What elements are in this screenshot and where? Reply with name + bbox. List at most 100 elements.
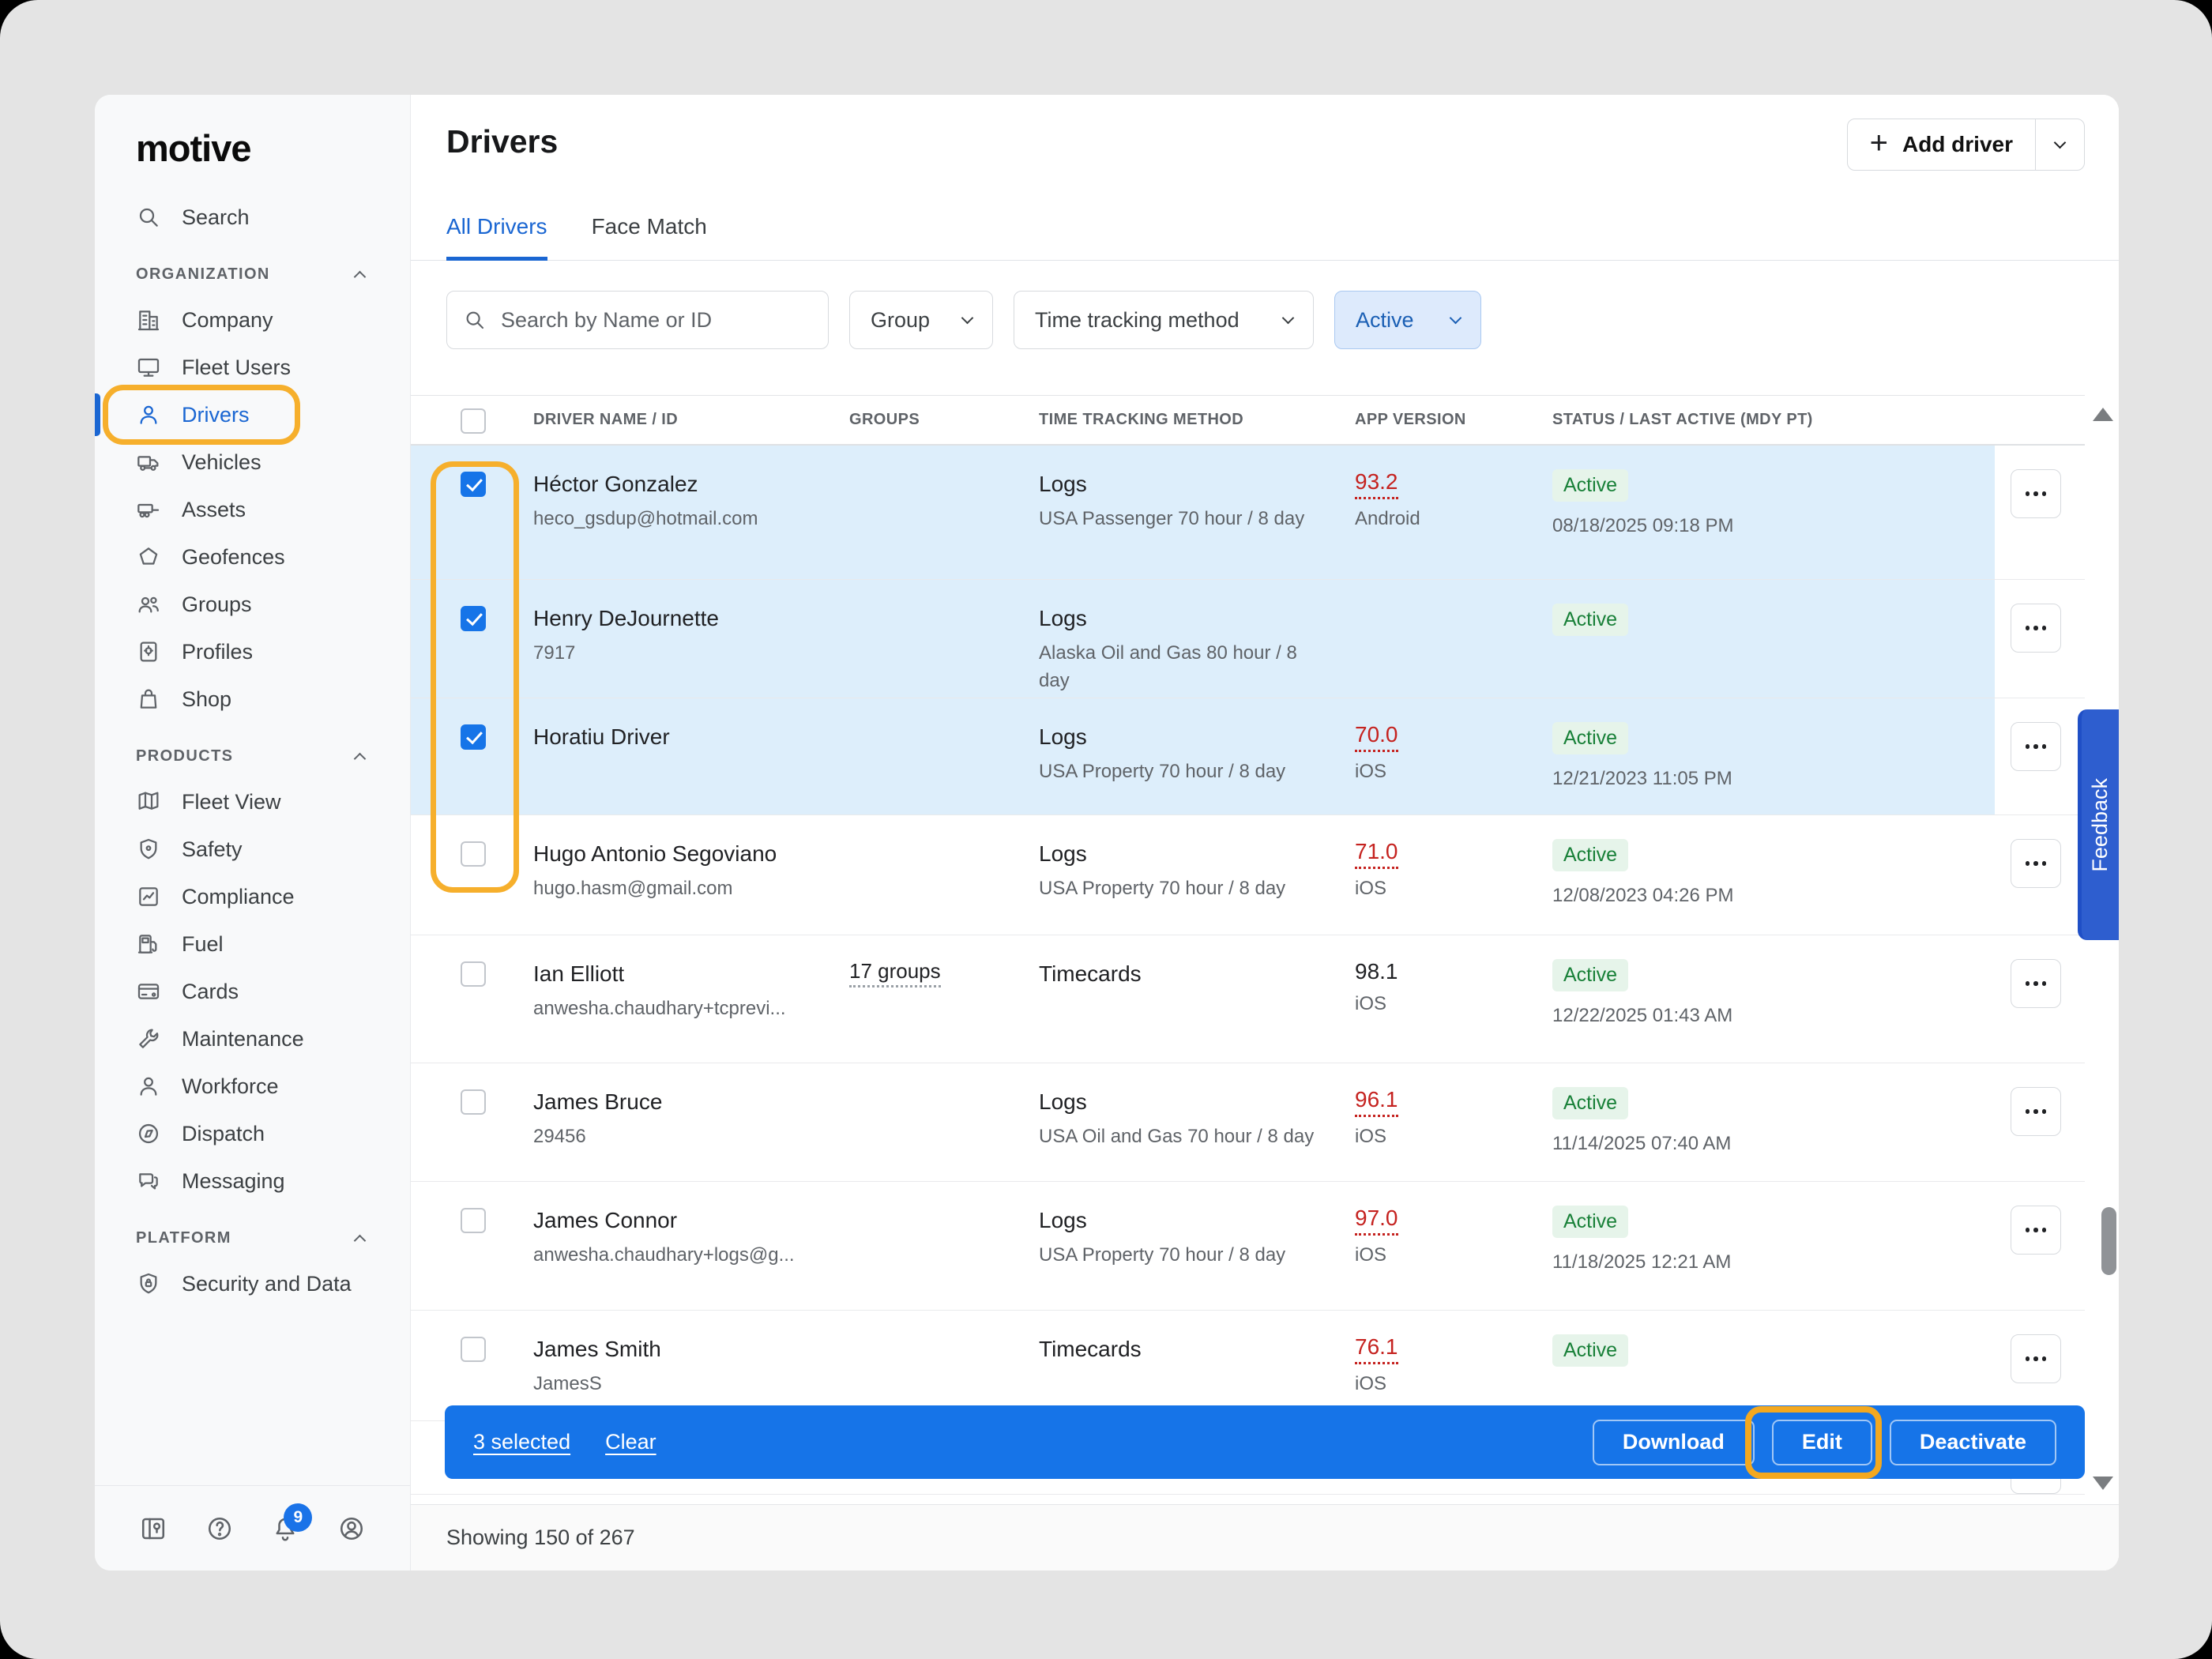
sidebar-item-geofences[interactable]: Geofences [95, 533, 410, 581]
table-row[interactable]: Henry DeJournette7917LogsAlaska Oil and … [411, 580, 2085, 698]
scrollbar-thumb[interactable] [2101, 1207, 2116, 1275]
driver-name-cell: Henry DeJournette7917 [533, 580, 849, 668]
status-filter-dropdown[interactable]: Active [1334, 291, 1481, 349]
building-icon [136, 307, 161, 333]
row-checkbox[interactable] [461, 724, 486, 750]
time-tracking-filter-dropdown[interactable]: Time tracking method [1014, 291, 1314, 349]
groups-cell [849, 446, 1039, 469]
sidebar-item-drivers[interactable]: Drivers [95, 391, 410, 438]
add-driver-button[interactable]: + Add driver [1848, 119, 2035, 170]
groups-link[interactable]: 17 groups [849, 959, 941, 988]
sidebar-item-dispatch[interactable]: Dispatch [95, 1110, 410, 1157]
sidebar-item-groups[interactable]: Groups [95, 581, 410, 628]
table-row[interactable]: Horatiu DriverLogsUSA Property 70 hour /… [411, 698, 2085, 815]
sidebar-item-label: Search [182, 205, 250, 230]
sidebar-item-security-and-data[interactable]: Security and Data [95, 1260, 410, 1307]
app-version-outdated-link[interactable]: 97.0 [1355, 1206, 1398, 1236]
tracking-method-detail: USA Property 70 hour / 8 day [1039, 875, 1331, 903]
feedback-tab[interactable]: Feedback [2078, 709, 2119, 940]
add-driver-menu-button[interactable] [2035, 119, 2084, 170]
row-checkbox[interactable] [461, 606, 486, 631]
edit-button[interactable]: Edit [1772, 1420, 1872, 1465]
app-version-outdated-link[interactable]: 70.0 [1355, 722, 1398, 752]
sidebar-item-fleet-view[interactable]: Fleet View [95, 778, 410, 826]
app-version-outdated-link[interactable]: 71.0 [1355, 839, 1398, 869]
sidebar-item-cards[interactable]: Cards [95, 968, 410, 1015]
notifications-icon[interactable]: 9 [271, 1514, 299, 1543]
sidebar-item-compliance[interactable]: Compliance [95, 873, 410, 920]
selected-count-link[interactable]: 3 selected [473, 1430, 570, 1454]
row-checkbox[interactable] [461, 1089, 486, 1115]
sidebar-item-profiles[interactable]: Profiles [95, 628, 410, 675]
tracking-method-detail: USA Passenger 70 hour / 8 day [1039, 506, 1331, 533]
table-row[interactable]: Hugo Antonio Segovianohugo.hasm@gmail.co… [411, 815, 2085, 935]
driver-search-field[interactable] [446, 291, 829, 349]
table-row[interactable]: Ian Elliottanwesha.chaudhary+tcprevi...1… [411, 935, 2085, 1063]
tab-all-drivers[interactable]: All Drivers [446, 214, 547, 261]
select-all-checkbox[interactable] [461, 408, 486, 434]
time-tracking-cell: LogsUSA Property 70 hour / 8 day [1039, 698, 1355, 786]
driver-name-cell: James SmithJamesS [533, 1311, 849, 1398]
sidebar-item-label: Fleet View [182, 790, 281, 814]
sidebar-item-vehicles[interactable]: Vehicles [95, 438, 410, 486]
sidebar-section-label: PLATFORM [136, 1229, 231, 1247]
table-row[interactable]: James SmithJamesSTimecards76.1iOSActive [411, 1311, 2085, 1421]
search-input[interactable] [499, 307, 812, 333]
sidebar-item-label: Drivers [182, 403, 250, 427]
sidebar-item-maintenance[interactable]: Maintenance [95, 1015, 410, 1063]
app-version-outdated-link[interactable]: 76.1 [1355, 1334, 1398, 1364]
chevron-up-icon [354, 1235, 367, 1247]
row-menu-button[interactable] [2011, 604, 2061, 653]
row-menu-button[interactable] [2011, 1087, 2061, 1136]
resources-icon[interactable] [139, 1514, 167, 1543]
app-version-outdated-link[interactable]: 96.1 [1355, 1087, 1398, 1117]
row-checkbox[interactable] [461, 961, 486, 987]
column-header-status-last-active-mdy-pt: STATUS / LAST ACTIVE (MDY PT) [1552, 411, 1995, 429]
table-row[interactable]: Héctor Gonzalezheco_gsdup@hotmail.comLog… [411, 446, 2085, 580]
row-menu-button[interactable] [2011, 839, 2061, 888]
row-menu-button[interactable] [2011, 959, 2061, 1008]
driver-id: hugo.hasm@gmail.com [533, 875, 826, 903]
sidebar-item-fuel[interactable]: Fuel [95, 920, 410, 968]
sidebar-item-company[interactable]: Company [95, 296, 410, 344]
feedback-label: Feedback [2088, 778, 2112, 872]
row-menu-button[interactable] [2011, 722, 2061, 771]
tracking-method-detail: Alaska Oil and Gas 80 hour / 8 day [1039, 640, 1331, 695]
row-menu-button[interactable] [2011, 1206, 2061, 1255]
chat-icon [136, 1168, 161, 1194]
tracking-method: Logs [1039, 469, 1331, 499]
sidebar-item-messaging[interactable]: Messaging [95, 1157, 410, 1205]
row-actions-cell [1995, 935, 2085, 1008]
bulk-action-bar: 3 selected Clear Download Edit Deactivat… [445, 1405, 2085, 1479]
sidebar-item-fleet-users[interactable]: Fleet Users [95, 344, 410, 391]
sidebar-item-safety[interactable]: Safety [95, 826, 410, 873]
driver-name-cell: James Bruce29456 [533, 1063, 849, 1151]
sidebar-section-products[interactable]: PRODUCTS [95, 734, 410, 778]
scroll-down-arrow[interactable] [2093, 1477, 2113, 1490]
row-checkbox[interactable] [461, 841, 486, 867]
sidebar-item-assets[interactable]: Assets [95, 486, 410, 533]
scroll-up-arrow[interactable] [2093, 408, 2113, 421]
tab-face-match[interactable]: Face Match [592, 214, 707, 261]
row-checkbox[interactable] [461, 472, 486, 497]
row-checkbox[interactable] [461, 1208, 486, 1233]
app-version-outdated-link[interactable]: 93.2 [1355, 469, 1398, 499]
sidebar-item-workforce[interactable]: Workforce [95, 1063, 410, 1110]
group-filter-dropdown[interactable]: Group [849, 291, 993, 349]
sidebar-section-platform[interactable]: PLATFORM [95, 1216, 410, 1260]
table-row[interactable]: James Connoranwesha.chaudhary+logs@g...L… [411, 1182, 2085, 1311]
clear-selection-link[interactable]: Clear [605, 1430, 656, 1454]
driver-id: heco_gsdup@hotmail.com [533, 506, 826, 533]
sidebar-section-organization[interactable]: ORGANIZATION [95, 252, 410, 296]
row-menu-button[interactable] [2011, 469, 2061, 518]
account-icon[interactable] [337, 1514, 366, 1543]
sidebar-item-shop[interactable]: Shop [95, 675, 410, 723]
download-button[interactable]: Download [1593, 1420, 1755, 1465]
driver-name: James Bruce [533, 1087, 826, 1117]
row-checkbox[interactable] [461, 1337, 486, 1362]
table-row[interactable]: James Bruce29456LogsUSA Oil and Gas 70 h… [411, 1063, 2085, 1182]
help-icon[interactable] [205, 1514, 234, 1543]
sidebar-item-search[interactable]: Search [95, 194, 410, 241]
deactivate-button[interactable]: Deactivate [1890, 1420, 2056, 1465]
row-menu-button[interactable] [2011, 1334, 2061, 1383]
